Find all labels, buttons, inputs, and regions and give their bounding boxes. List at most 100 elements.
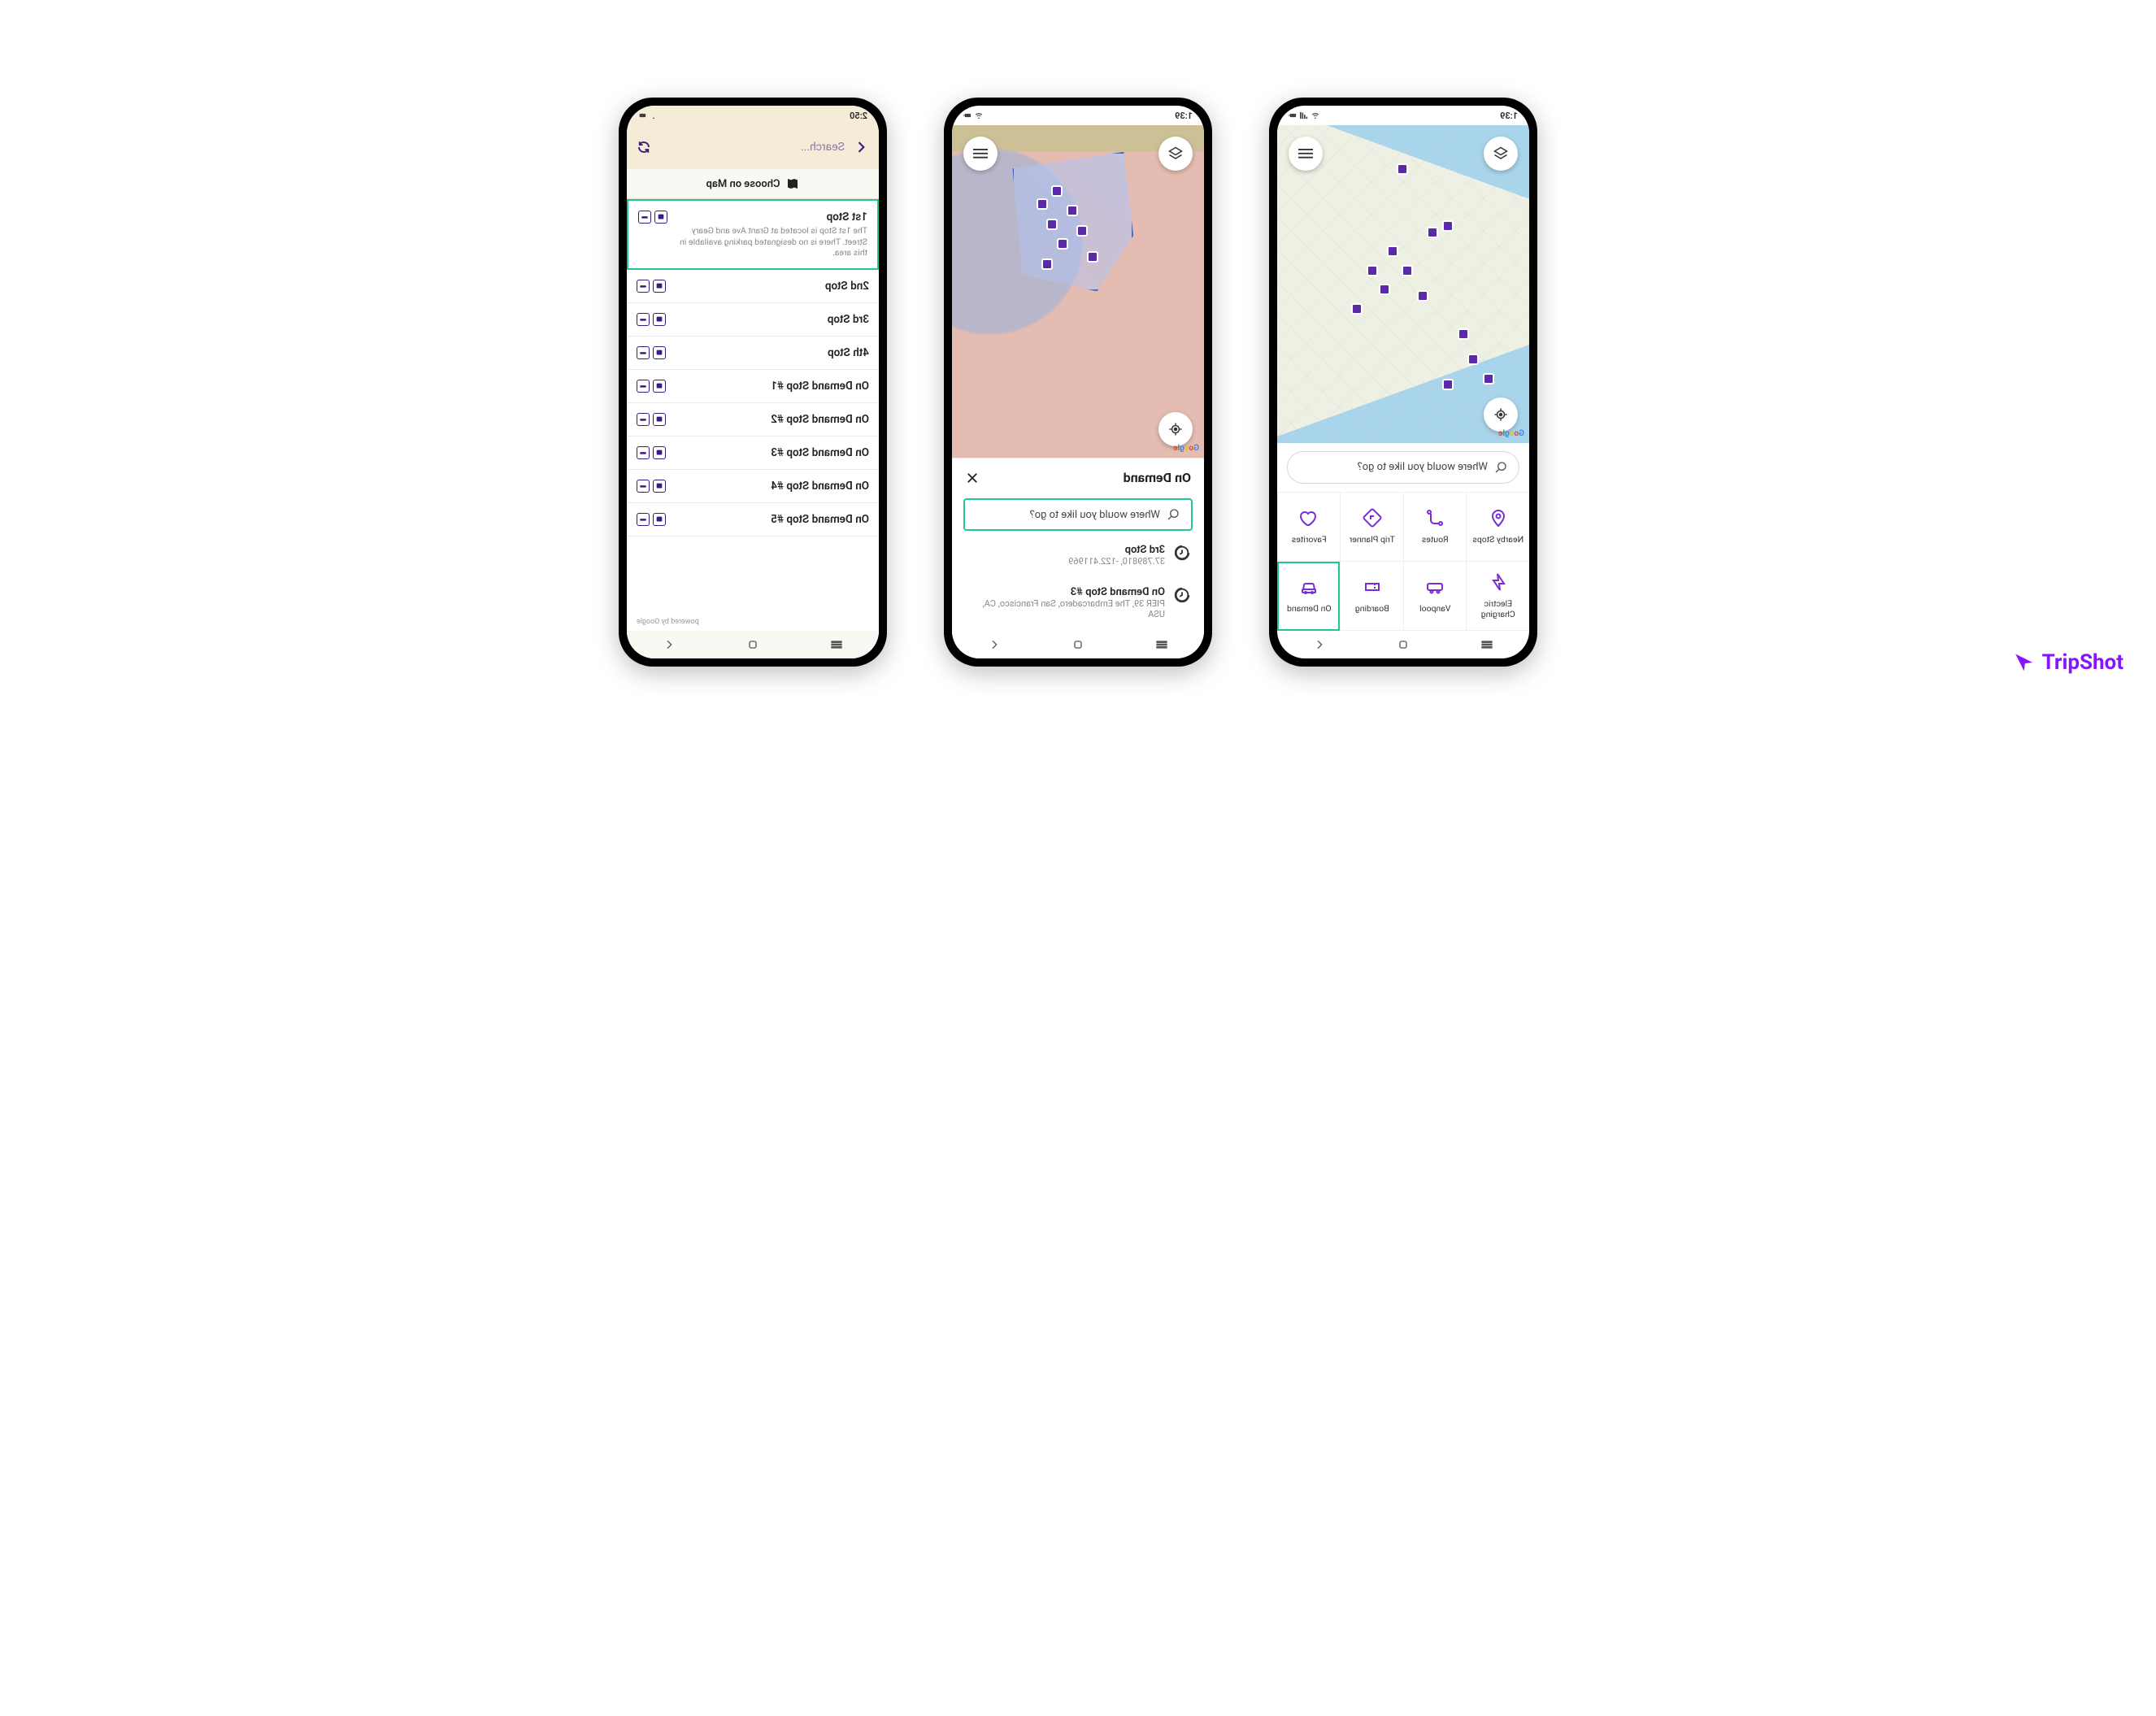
brand-arrow-icon: [2013, 651, 2036, 674]
menu-icon: [973, 146, 988, 161]
battery-icon: [1289, 111, 1297, 119]
stop-row[interactable]: On Demand Stop #1: [627, 370, 879, 403]
stop-title: On Demand Stop #2: [674, 413, 869, 426]
car-icon: [637, 446, 650, 459]
directions-icon: [1363, 508, 1382, 528]
phone-search-list: 2:50 Search... Choose on Map 1st Stop Th…: [619, 98, 887, 667]
refresh-icon[interactable]: [637, 140, 651, 154]
layers-button[interactable]: [1158, 137, 1193, 171]
status-time: 1:39: [1500, 111, 1518, 121]
nav-recents[interactable]: [829, 637, 844, 652]
tile-boarding[interactable]: Boarding: [1341, 562, 1404, 631]
search-icon: [1167, 508, 1180, 521]
recent-item[interactable]: 3rd Stop 37.789810, -122.411969: [963, 537, 1193, 573]
heart-icon: [1299, 508, 1319, 528]
recent-item[interactable]: On Demand Stop #3 PIER 39, The Embarcade…: [963, 580, 1193, 626]
recent-title: 3rd Stop: [965, 544, 1165, 556]
tile-on-demand[interactable]: On Demand: [1277, 562, 1341, 631]
stop-title: On Demand Stop #4: [674, 480, 869, 493]
status-time: 2:50: [850, 111, 867, 121]
nav-recents[interactable]: [1480, 637, 1494, 652]
stop-title: 1st Stop: [676, 211, 867, 224]
tile-trip-planner[interactable]: Trip Planner: [1341, 493, 1404, 562]
crosshair-icon: [1168, 422, 1183, 437]
bus-icon: [653, 446, 666, 459]
bus-icon: [653, 413, 666, 426]
stop-row[interactable]: 2nd Stop: [627, 270, 879, 303]
stop-row[interactable]: On Demand Stop #3: [627, 437, 879, 470]
menu-button[interactable]: [963, 137, 998, 171]
search-field[interactable]: Search...: [801, 141, 845, 154]
stop-row[interactable]: 1st Stop The 1st Stop is located at Gran…: [627, 199, 879, 270]
statusbar: 1:39: [952, 106, 1204, 125]
nav-back[interactable]: [1312, 637, 1327, 652]
phone-on-demand: 1:39: [944, 98, 1212, 667]
tile-label: Vanpool: [1419, 603, 1450, 614]
choose-on-map-button[interactable]: Choose on Map: [627, 169, 879, 199]
ticket-icon: [1363, 577, 1382, 597]
map-view[interactable]: Google: [952, 125, 1204, 458]
stop-row[interactable]: On Demand Stop #5: [627, 503, 879, 537]
car-icon: [638, 211, 651, 224]
brand-logo: TripShot: [2013, 650, 2123, 675]
tile-label: Routes: [1422, 534, 1449, 545]
destination-input[interactable]: Where would you like to go?: [963, 498, 1193, 531]
stop-title: On Demand Stop #5: [674, 513, 869, 526]
back-arrow-icon[interactable]: [853, 139, 869, 155]
layers-icon: [1493, 146, 1508, 161]
nav-home[interactable]: [745, 637, 760, 652]
nav-recents[interactable]: [1154, 637, 1169, 652]
stop-title: 2nd Stop: [674, 280, 869, 293]
system-navbar: [952, 631, 1204, 658]
google-attribution: Google: [1498, 429, 1524, 438]
status-time: 1:39: [1175, 111, 1193, 121]
nav-back[interactable]: [987, 637, 1002, 652]
system-navbar: [627, 631, 879, 658]
car-icon: [637, 413, 650, 426]
stop-row[interactable]: 4th Stop: [627, 337, 879, 370]
bolt-icon: [1489, 572, 1508, 592]
wifi-icon: [1311, 111, 1319, 119]
close-icon[interactable]: [965, 471, 980, 485]
tile-label: Nearby Stops: [1472, 534, 1524, 545]
car-icon: [637, 313, 650, 326]
signal-icon: [1300, 111, 1308, 119]
stop-row[interactable]: 3rd Stop: [627, 303, 879, 337]
tile-favorites[interactable]: Favorites: [1277, 493, 1341, 562]
layers-button[interactable]: [1484, 137, 1518, 171]
tile-electric-charging[interactable]: Electric Charging: [1467, 562, 1530, 631]
bus-icon: [653, 313, 666, 326]
stop-title: On Demand Stop #1: [674, 380, 869, 393]
tile-label: On Demand: [1287, 603, 1332, 614]
menu-icon: [1298, 146, 1313, 161]
locate-button[interactable]: [1158, 412, 1193, 446]
tile-vanpool[interactable]: Vanpool: [1403, 562, 1467, 631]
recent-title: On Demand Stop #3: [965, 586, 1165, 598]
van-icon: [1425, 577, 1445, 597]
nav-home[interactable]: [1396, 637, 1411, 652]
locate-button[interactable]: [1484, 398, 1518, 432]
recent-sub: 37.789810, -122.411969: [965, 556, 1165, 567]
search-placeholder: Where would you like to go?: [1358, 461, 1488, 473]
tile-routes[interactable]: Routes: [1403, 493, 1467, 562]
search-icon: [1494, 461, 1507, 474]
choose-on-map-label: Choose on Map: [706, 178, 780, 190]
stop-row[interactable]: On Demand Stop #2: [627, 403, 879, 437]
stop-row[interactable]: On Demand Stop #4: [627, 470, 879, 503]
tile-nearby-stops[interactable]: Nearby Stops: [1467, 493, 1530, 562]
wifi-icon: [650, 111, 658, 119]
stop-list: 1st Stop The 1st Stop is located at Gran…: [627, 199, 879, 658]
bottom-sheet: On Demand Where would you like to go? 3r…: [952, 458, 1204, 658]
phone-home: 1:39: [1269, 98, 1537, 667]
nav-back[interactable]: [662, 637, 676, 652]
search-input[interactable]: Where would you like to go?: [1287, 451, 1519, 484]
bus-icon: [654, 211, 667, 224]
stop-title: 4th Stop: [674, 346, 869, 359]
nav-home[interactable]: [1071, 637, 1085, 652]
map-view[interactable]: Google: [1277, 125, 1529, 443]
pin-icon: [1489, 508, 1508, 528]
menu-button[interactable]: [1289, 137, 1323, 171]
stop-desc: The 1st Stop is located at Grant Ave and…: [676, 225, 867, 258]
brand-text: TripShot: [2042, 650, 2123, 675]
car-icon: [637, 513, 650, 526]
